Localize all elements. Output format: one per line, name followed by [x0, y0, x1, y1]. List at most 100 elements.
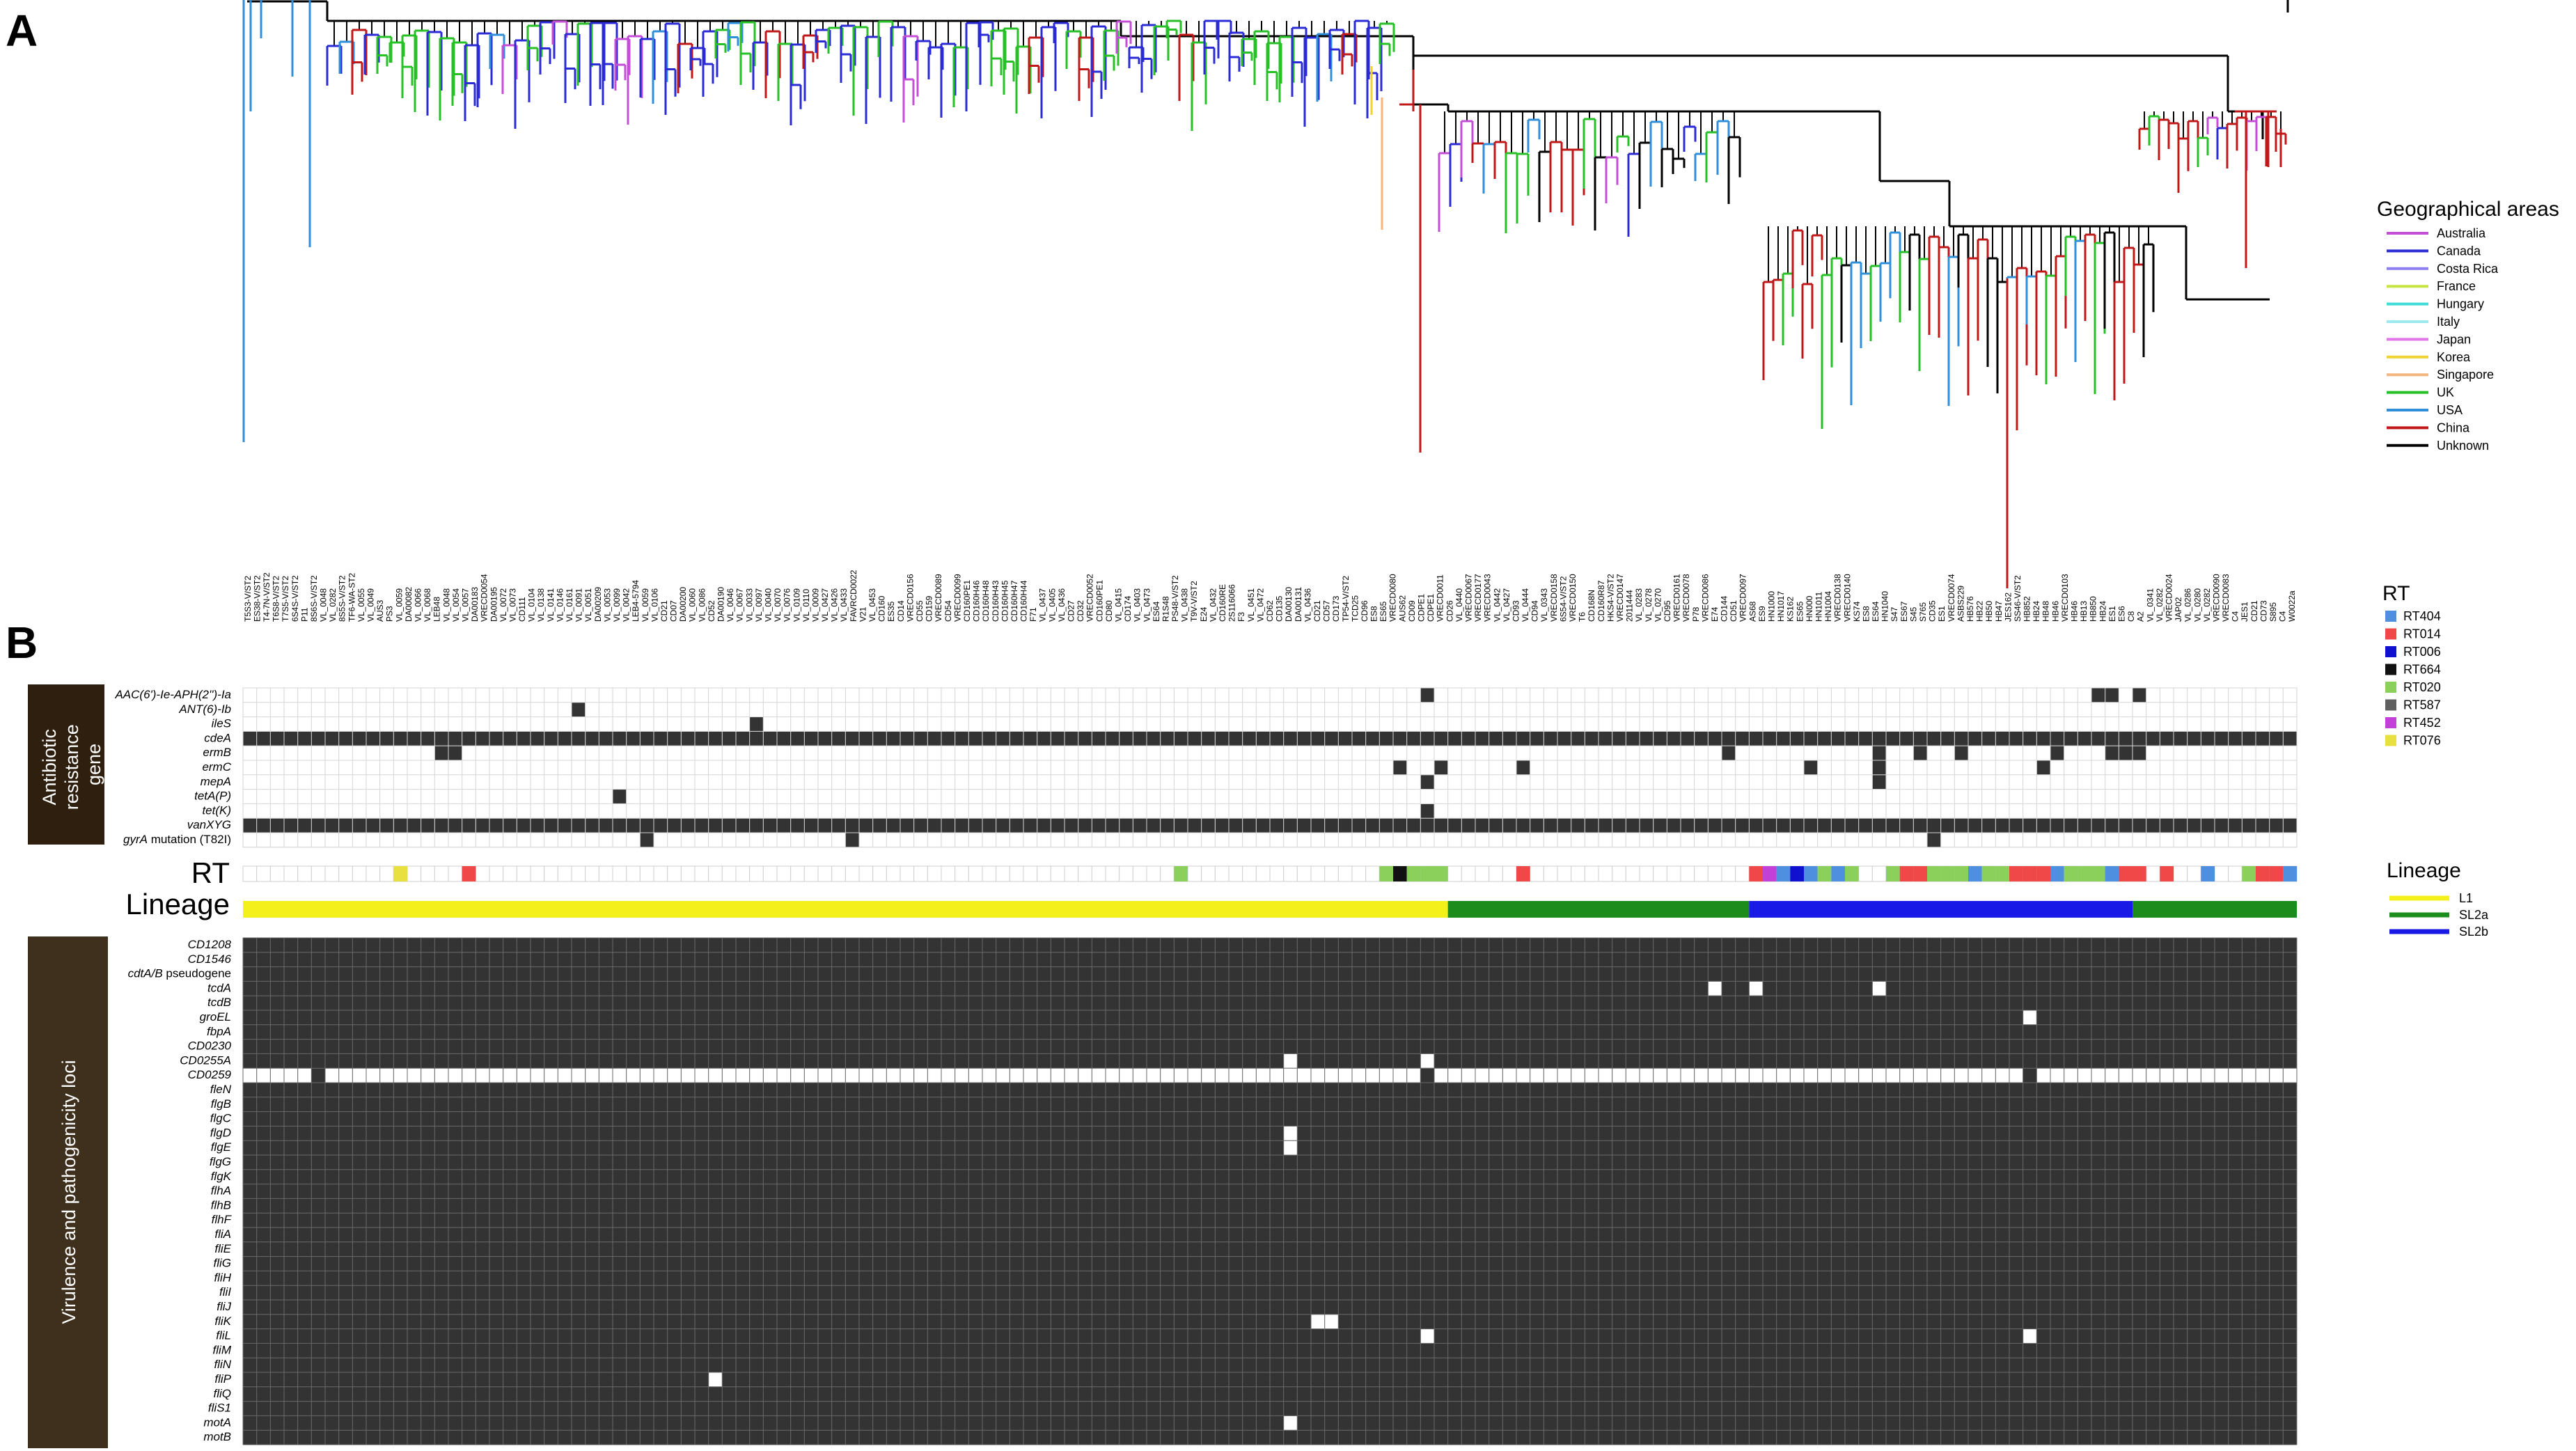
resistance-cell	[1667, 731, 1681, 746]
virulence-absent-cell	[1420, 1329, 1434, 1343]
taxon-label: HB24	[2098, 601, 2107, 622]
resistance-cell	[1284, 731, 1297, 746]
taxon-label: TP54-V/ST2	[1341, 576, 1351, 622]
resistance-cell	[1188, 731, 1202, 746]
taxon-label: ES8	[1369, 606, 1379, 622]
resistance-cell	[517, 818, 531, 833]
geo-legend-label: Canada	[2437, 244, 2481, 258]
rt-cell	[311, 865, 326, 882]
resistance-gene-label: tet(K)	[202, 803, 231, 817]
resistance-cell	[982, 818, 996, 833]
taxon-label: VL_0473	[1142, 588, 1152, 622]
resistance-cell	[2133, 688, 2146, 703]
resistance-cell	[2050, 818, 2064, 833]
resistance-cell	[243, 818, 257, 833]
rt-cell	[1296, 865, 1312, 882]
taxon-label: HN000	[1805, 595, 1814, 622]
taxon-label: ES64	[1871, 601, 1880, 622]
virulence-absent-cell	[2270, 1068, 2283, 1083]
resistance-cell	[2283, 818, 2297, 833]
resistance-cell	[1777, 818, 1790, 833]
virulence-absent-cell	[1516, 1068, 1530, 1083]
rt-cell	[1214, 865, 1230, 882]
virulence-absent-cell	[1284, 1140, 1297, 1155]
virulence-absent-cell	[1736, 1068, 1749, 1083]
rt-cell-colored	[1954, 866, 1968, 881]
resistance-cell	[818, 818, 832, 833]
resistance-cell	[1270, 731, 1284, 746]
taxon-label: VL_0427	[820, 588, 830, 622]
taxon-label: 8S5S-V/ST2	[338, 575, 347, 622]
taxon-label: HB13	[2079, 601, 2089, 622]
taxon-label: 8S6S-V/ST2	[309, 575, 319, 622]
resistance-cell	[2215, 818, 2229, 833]
resistance-cell	[1434, 818, 1448, 833]
rt-cell-colored	[1790, 866, 1804, 881]
resistance-cell	[613, 790, 627, 803]
virulence-absent-cell	[1420, 1053, 1434, 1068]
resistance-cell	[1886, 818, 1900, 833]
resistance-cell	[1407, 731, 1420, 746]
virulence-absent-cell	[421, 1068, 434, 1083]
resistance-cell	[1859, 731, 1872, 746]
rt-cell-colored	[2105, 866, 2119, 881]
resistance-cell	[2160, 818, 2174, 833]
resistance-cell	[434, 746, 448, 760]
virulence-absent-cell	[1023, 1068, 1037, 1083]
taxon-label: VL_0437	[1038, 588, 1048, 622]
virulence-absent-cell	[804, 1068, 818, 1083]
rt-cell-colored	[462, 866, 476, 881]
virulence-absent-cell	[1161, 1068, 1174, 1083]
taxon-label: P78	[1691, 606, 1701, 622]
taxon-label: HKS4-V/ST2	[1605, 574, 1615, 622]
resistance-cell	[298, 818, 311, 833]
rt-cell	[475, 865, 490, 882]
resistance-cell	[873, 731, 886, 746]
resistance-gene-label: cdeA	[204, 731, 231, 744]
taxon-label: VL_0341	[2145, 588, 2155, 622]
virulence-absent-cell	[750, 1068, 763, 1083]
rt-cell	[2146, 865, 2160, 882]
virulence-absent-cell	[2256, 1068, 2270, 1083]
resistance-gene-label: ANT(6)-Ib	[178, 703, 231, 716]
rt-cell-colored	[1804, 866, 1818, 881]
taxon-label: VRECD0158	[1549, 574, 1559, 622]
taxon-label: VL_0343	[1539, 588, 1549, 622]
virulence-absent-cell	[613, 1068, 627, 1083]
rt-cell	[900, 865, 915, 882]
geo-legend: Geographical areas Australia Canada Costa …	[2377, 198, 2559, 453]
virulence-absent-cell	[503, 1068, 517, 1083]
resistance-cell	[1516, 818, 1530, 833]
taxon-label: LEB4-5794	[631, 580, 641, 622]
rt-legend-label: RT014	[2403, 627, 2441, 641]
resistance-cell	[1147, 818, 1161, 833]
virulence-absent-cell	[2091, 1068, 2105, 1083]
rt-cell	[803, 865, 819, 882]
virulence-absent-cell	[1147, 1068, 1161, 1083]
resistance-cell	[763, 818, 777, 833]
resistance-cell	[900, 731, 914, 746]
rt-cell	[256, 865, 271, 882]
virulence-absent-cell	[1954, 1068, 1968, 1083]
virulence-absent-cell	[2036, 1068, 2050, 1083]
resistance-cell	[1612, 731, 1626, 746]
rt-cell-colored	[2036, 866, 2050, 881]
resistance-cell	[996, 731, 1010, 746]
virulence-absent-cell	[1530, 1068, 1544, 1083]
taxon-label: CD160R87	[1596, 580, 1606, 622]
rt-cell	[1502, 865, 1517, 882]
rt-cell-colored	[1817, 866, 1832, 881]
resistance-cell	[517, 731, 531, 746]
rt-cell	[407, 865, 422, 882]
virulence-absent-cell	[243, 1068, 257, 1083]
resistance-cell	[586, 818, 599, 833]
virulence-absent-cell	[407, 1068, 421, 1083]
resistance-cell	[1366, 818, 1379, 833]
virulence-absent-cell	[1133, 1068, 1147, 1083]
resistance-cell	[1790, 731, 1804, 746]
taxon-label: C4	[2231, 611, 2240, 622]
resistance-cell	[2036, 818, 2050, 833]
resistance-cell	[914, 818, 927, 833]
taxon-label: P11	[299, 607, 309, 622]
geo-legend-label: Japan	[2437, 332, 2471, 346]
